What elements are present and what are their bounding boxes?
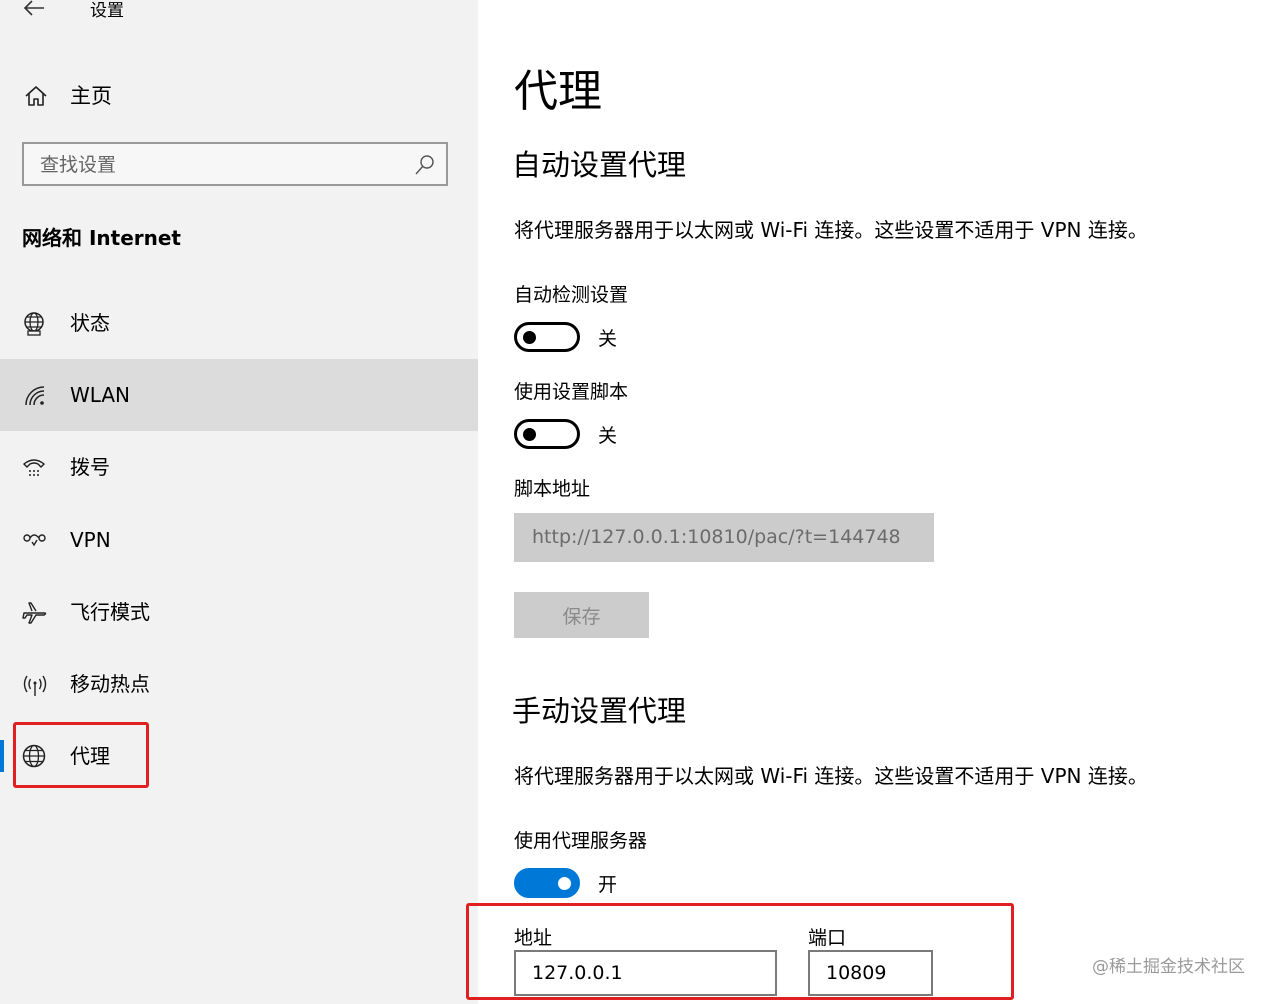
section-title: 网络和 Internet xyxy=(22,226,181,250)
sidebar-item-home[interactable]: 主页 xyxy=(0,72,478,120)
search-icon[interactable] xyxy=(414,154,436,176)
watermark: @稀土掘金技术社区 xyxy=(1092,957,1245,977)
search-box[interactable] xyxy=(22,142,448,186)
airplane-icon xyxy=(22,602,47,624)
page-title: 代理 xyxy=(514,66,602,117)
vpn-icon xyxy=(23,534,46,547)
sidebar-item-label: 拨号 xyxy=(70,455,110,479)
globe-status-icon xyxy=(24,312,44,336)
hotspot-icon xyxy=(23,675,47,696)
script-address-value: http://127.0.0.1:10810/pac/?t=144748 xyxy=(532,526,901,548)
sidebar-item-dialup[interactable]: 拨号 xyxy=(0,431,478,503)
save-button[interactable]: 保存 xyxy=(514,592,649,638)
back-arrow-icon[interactable] xyxy=(22,0,46,22)
sidebar-item-label: VPN xyxy=(70,528,111,552)
wifi-icon xyxy=(25,386,45,406)
sidebar-item-label: WLAN xyxy=(70,383,131,407)
sidebar-item-airplane-mode[interactable]: 飞行模式 xyxy=(0,576,478,648)
red-highlight-box xyxy=(13,722,149,788)
sidebar: 设置 主页 网络和 Internet 状态 xyxy=(0,0,478,1004)
toggle-knob xyxy=(523,428,536,441)
sidebar-item-label: 状态 xyxy=(70,311,110,335)
sidebar-item-label: 主页 xyxy=(70,84,112,108)
dialup-icon xyxy=(22,459,46,476)
sidebar-item-label: 移动热点 xyxy=(70,672,150,696)
auto-proxy-heading: 自动设置代理 xyxy=(512,148,687,182)
toggle-knob xyxy=(558,877,571,890)
sidebar-item-vpn[interactable]: VPN xyxy=(0,504,478,576)
script-address-input[interactable]: http://127.0.0.1:10810/pac/?t=144748 xyxy=(514,513,934,562)
selected-indicator xyxy=(0,740,4,772)
script-address-label: 脚本地址 xyxy=(514,478,591,500)
manual-proxy-description: 将代理服务器用于以太网或 Wi-Fi 连接。这些设置不适用于 VPN 连接。 xyxy=(514,764,1148,788)
use-proxy-label: 使用代理服务器 xyxy=(514,830,648,852)
auto-detect-toggle[interactable] xyxy=(514,322,580,352)
setup-script-state: 关 xyxy=(598,425,618,447)
toggle-knob xyxy=(523,331,536,344)
search-input[interactable] xyxy=(38,150,402,180)
sidebar-item-mobile-hotspot[interactable]: 移动热点 xyxy=(0,648,478,720)
red-highlight-box xyxy=(466,903,1014,1000)
sidebar-item-label: 飞行模式 xyxy=(70,600,150,624)
app-title: 设置 xyxy=(90,1,124,21)
auto-detect-state: 关 xyxy=(598,328,618,350)
use-proxy-toggle[interactable] xyxy=(514,868,580,898)
home-icon xyxy=(25,86,47,106)
main-content: 代理 自动设置代理 将代理服务器用于以太网或 Wi-Fi 连接。这些设置不适用于… xyxy=(466,0,1280,1004)
setup-script-label: 使用设置脚本 xyxy=(514,381,629,403)
auto-detect-label: 自动检测设置 xyxy=(514,284,629,306)
sidebar-item-wlan[interactable]: WLAN xyxy=(0,359,478,431)
manual-proxy-heading: 手动设置代理 xyxy=(512,694,687,728)
sidebar-item-status[interactable]: 状态 xyxy=(0,287,478,359)
setup-script-toggle[interactable] xyxy=(514,419,580,449)
use-proxy-state: 开 xyxy=(598,874,618,896)
settings-window: 设置 主页 网络和 Internet 状态 xyxy=(0,0,1280,1004)
auto-proxy-description: 将代理服务器用于以太网或 Wi-Fi 连接。这些设置不适用于 VPN 连接。 xyxy=(514,218,1148,242)
